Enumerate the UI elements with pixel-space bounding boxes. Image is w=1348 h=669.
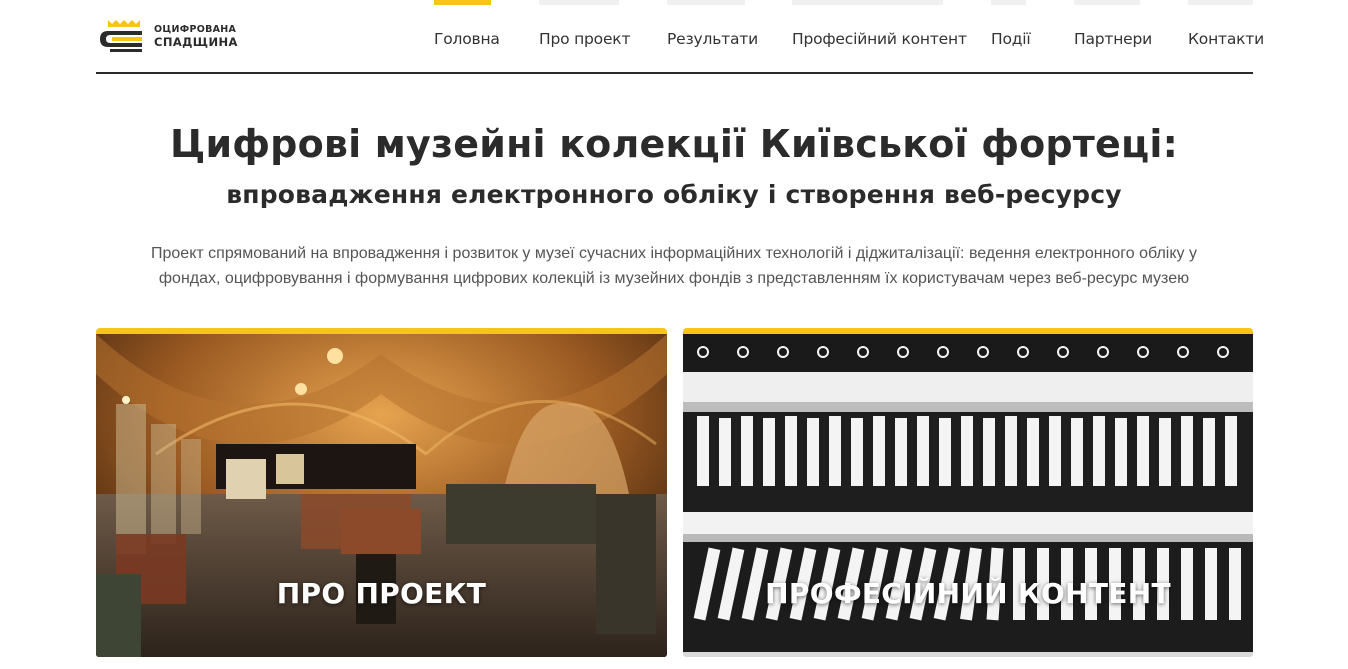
nav-bar xyxy=(1074,0,1140,5)
nav-item-about[interactable]: Про проект xyxy=(539,0,630,74)
nav-bar xyxy=(991,0,1026,5)
nav-item-label: Партнери xyxy=(1074,30,1153,48)
card-about-project[interactable]: ПРО ПРОЕКТ xyxy=(96,328,667,657)
nav-bar xyxy=(1188,0,1253,5)
nav-bar xyxy=(667,0,745,5)
site-header: ОЦИФРОВАНА СПАДЩИНА Головна Про проект Р… xyxy=(96,0,1264,74)
card-label: ПРОФЕСІЙНИЙ КОНТЕНТ xyxy=(765,577,1171,610)
nav-item-professional-content[interactable]: Професійний контент xyxy=(792,0,967,74)
nav-item-label: Професійний контент xyxy=(792,30,967,48)
nav-item-events[interactable]: Події xyxy=(991,0,1031,74)
nav-item-label: Контакти xyxy=(1188,30,1265,48)
nav-item-contacts[interactable]: Контакти xyxy=(1188,0,1264,74)
nav-bar xyxy=(539,0,619,5)
nav-item-label: Про проект xyxy=(539,30,631,48)
nav-active-bar xyxy=(434,0,491,5)
page-title: Цифрові музейні колекції Київської форте… xyxy=(169,122,1178,166)
page-subtitle: впровадження електронного обліку і створ… xyxy=(226,180,1122,209)
nav-bar xyxy=(792,0,943,5)
card-label: ПРО ПРОЕКТ xyxy=(276,577,487,610)
main-nav: Головна Про проект Результати Професійни… xyxy=(96,0,1264,74)
nav-item-partners[interactable]: Партнери xyxy=(1074,0,1152,74)
nav-item-home[interactable]: Головна xyxy=(434,0,500,74)
nav-item-label: Події xyxy=(991,30,1031,48)
nav-item-label: Результати xyxy=(667,30,758,48)
card-professional-content[interactable]: ПРОФЕСІЙНИЙ КОНТЕНТ xyxy=(683,328,1253,657)
project-description: Проект спрямований на впровадження і роз… xyxy=(151,245,1197,287)
nav-item-label: Головна xyxy=(434,30,500,48)
nav-item-results[interactable]: Результати xyxy=(667,0,758,74)
